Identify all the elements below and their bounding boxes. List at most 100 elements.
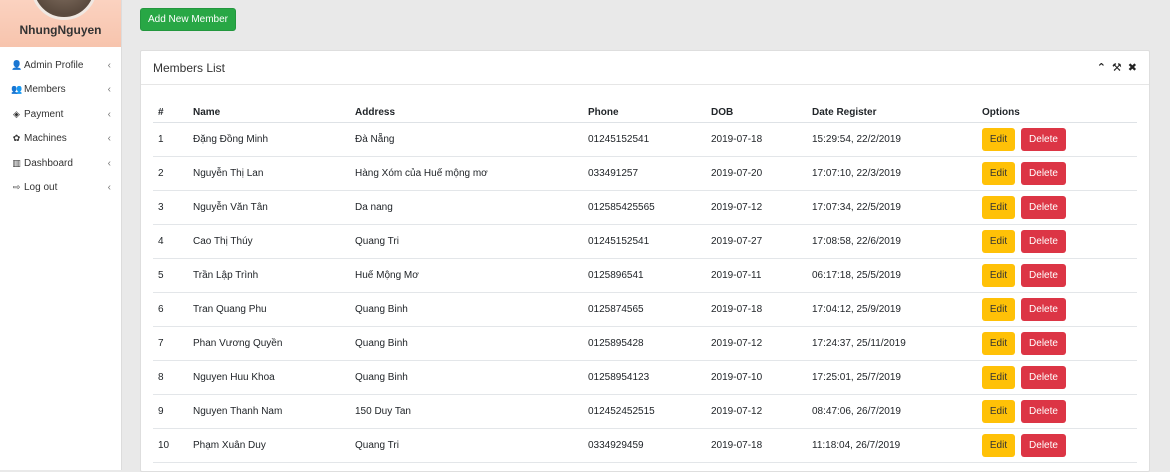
table-body: 1 Đặng Đồng Minh Đà Nẵng 01245152541 2019-07… [153, 122, 1137, 463]
column-header-date-register: Date Register [807, 85, 977, 123]
delete-button[interactable]: Delete [1021, 332, 1066, 355]
cell-dob: 2019-07-12 [706, 394, 807, 429]
chevron-left-icon: ‹ [107, 157, 111, 169]
members-table: # Name Address Phone DOB Date Register O… [153, 85, 1137, 463]
cell-options: Edit Delete [977, 190, 1137, 225]
table-row: 5 Trần Lập Trình Huế Mộng Mơ 0125896541 2019… [153, 258, 1137, 293]
table-row: 3 Nguyễn Văn Tân Da nang 012585425565 2019-0… [153, 190, 1137, 225]
delete-button[interactable]: Delete [1021, 298, 1066, 321]
edit-button[interactable]: Edit [982, 332, 1015, 355]
sidebar-item-machines[interactable]: ✿ Machines ‹ [0, 127, 121, 152]
delete-button[interactable]: Delete [1021, 196, 1066, 219]
cell-dob: 2019-07-18 [706, 292, 807, 327]
cell-options: Edit Delete [977, 224, 1137, 259]
cell-date-register: 17:08:58, 22/6/2019 [807, 224, 977, 259]
column-header-dob: DOB [706, 85, 807, 123]
column-header-phone: Phone [583, 85, 706, 123]
delete-button[interactable]: Delete [1021, 162, 1066, 185]
sign-out-icon: ⇨ [12, 182, 21, 193]
cell-options: Edit Delete [977, 292, 1137, 327]
table-header-row: # Name Address Phone DOB Date Register O… [153, 85, 1137, 123]
chevron-left-icon: ‹ [107, 133, 111, 145]
cell-name: Nguyễn Thị Lan [188, 156, 350, 191]
members-panel: Members List ⌃ ⚒ ✖ # Name Address Phone … [140, 50, 1150, 472]
cell-dob: 2019-07-12 [706, 190, 807, 225]
cell-index: 1 [153, 122, 188, 157]
cell-index: 3 [153, 190, 188, 225]
cell-name: Đặng Đồng Minh [188, 122, 350, 157]
cell-name: Nguyen Huu Khoa [188, 360, 350, 395]
table-row: 2 Nguyễn Thị Lan Hàng Xóm của Huế mộng mơ 0… [153, 156, 1137, 191]
chevron-left-icon: ‹ [107, 182, 111, 194]
cell-index: 4 [153, 224, 188, 259]
cell-dob: 2019-07-11 [706, 258, 807, 293]
sidebar-menu: 👤 Admin Profile ‹ 👥 Members ‹ ◈ Payment … [0, 47, 121, 200]
edit-button[interactable]: Edit [982, 162, 1015, 185]
delete-button[interactable]: Delete [1021, 366, 1066, 389]
cell-index: 9 [153, 394, 188, 429]
delete-button[interactable]: Delete [1021, 128, 1066, 151]
edit-button[interactable]: Edit [982, 264, 1015, 287]
table-row: 4 Cao Thị Thúy Quang Tri 01245152541 2019-07… [153, 224, 1137, 259]
cell-dob: 2019-07-20 [706, 156, 807, 191]
cell-phone: 0125896541 [583, 258, 706, 293]
cell-dob: 2019-07-12 [706, 326, 807, 361]
cell-name: Tran Quang Phu [188, 292, 350, 327]
cell-name: Phạm Xuân Duy [188, 428, 350, 463]
user-icon: 👤 [11, 59, 23, 70]
edit-button[interactable]: Edit [982, 434, 1015, 457]
cell-date-register: 15:29:54, 22/2/2019 [807, 122, 977, 157]
cell-dob: 2019-07-18 [706, 122, 807, 157]
cell-phone: 0125895428 [583, 326, 706, 361]
cell-dob: 2019-07-27 [706, 224, 807, 259]
sidebar-item-label: Machines [24, 133, 67, 145]
cell-address: Hàng Xóm của Huế mộng mơ [350, 156, 583, 191]
cell-phone: 033491257 [583, 156, 706, 191]
cell-address: Quang Binh [350, 292, 583, 327]
add-new-member-button[interactable]: Add New Member [140, 8, 236, 31]
column-header-name: Name [188, 85, 350, 123]
edit-button[interactable]: Edit [982, 366, 1015, 389]
chevron-left-icon: ‹ [107, 84, 111, 96]
cell-index: 6 [153, 292, 188, 327]
cell-address: Quang Tri [350, 428, 583, 463]
close-icon[interactable]: ✖ [1128, 61, 1137, 74]
column-header-address: Address [350, 85, 583, 123]
cell-date-register: 17:24:37, 25/11/2019 [807, 326, 977, 361]
cell-options: Edit Delete [977, 122, 1137, 157]
column-header-options: Options [977, 85, 1137, 123]
cell-options: Edit Delete [977, 428, 1137, 463]
avatar[interactable] [31, 0, 97, 20]
delete-button[interactable]: Delete [1021, 434, 1066, 457]
sidebar-item-admin-profile[interactable]: 👤 Admin Profile ‹ [0, 53, 121, 78]
cell-index: 10 [153, 428, 188, 463]
collapse-icon[interactable]: ⌃ [1097, 61, 1106, 74]
wrench-icon[interactable]: ⚒ [1112, 61, 1122, 74]
edit-button[interactable]: Edit [982, 196, 1015, 219]
sidebar-item-members[interactable]: 👥 Members ‹ [0, 78, 121, 103]
edit-button[interactable]: Edit [982, 128, 1015, 151]
profile-name: NhungNguyen [19, 23, 102, 37]
edit-button[interactable]: Edit [982, 400, 1015, 423]
cell-date-register: 17:07:10, 22/3/2019 [807, 156, 977, 191]
delete-button[interactable]: Delete [1021, 400, 1066, 423]
profile-header: NhungNguyen [0, 0, 121, 47]
cell-index: 8 [153, 360, 188, 395]
edit-button[interactable]: Edit [982, 298, 1015, 321]
chevron-left-icon: ‹ [107, 59, 111, 71]
cell-phone: 012585425565 [583, 190, 706, 225]
cell-name: Trần Lập Trình [188, 258, 350, 293]
table-row: 1 Đặng Đồng Minh Đà Nẵng 01245152541 2019-07… [153, 122, 1137, 157]
cell-date-register: 17:25:01, 25/7/2019 [807, 360, 977, 395]
sidebar-item-payment[interactable]: ◈ Payment ‹ [0, 102, 121, 127]
sidebar-item-log-out[interactable]: ⇨ Log out ‹ [0, 176, 121, 201]
cell-address: Quang Tri [350, 224, 583, 259]
delete-button[interactable]: Delete [1021, 230, 1066, 253]
delete-button[interactable]: Delete [1021, 264, 1066, 287]
table-row: 9 Nguyen Thanh Nam 150 Duy Tan 012452452515… [153, 394, 1137, 429]
edit-button[interactable]: Edit [982, 230, 1015, 253]
cell-index: 2 [153, 156, 188, 191]
sidebar-item-dashboard[interactable]: ▥ Dashboard ‹ [0, 151, 121, 176]
cell-options: Edit Delete [977, 326, 1137, 361]
cell-name: Phan Vương Quyền [188, 326, 350, 361]
